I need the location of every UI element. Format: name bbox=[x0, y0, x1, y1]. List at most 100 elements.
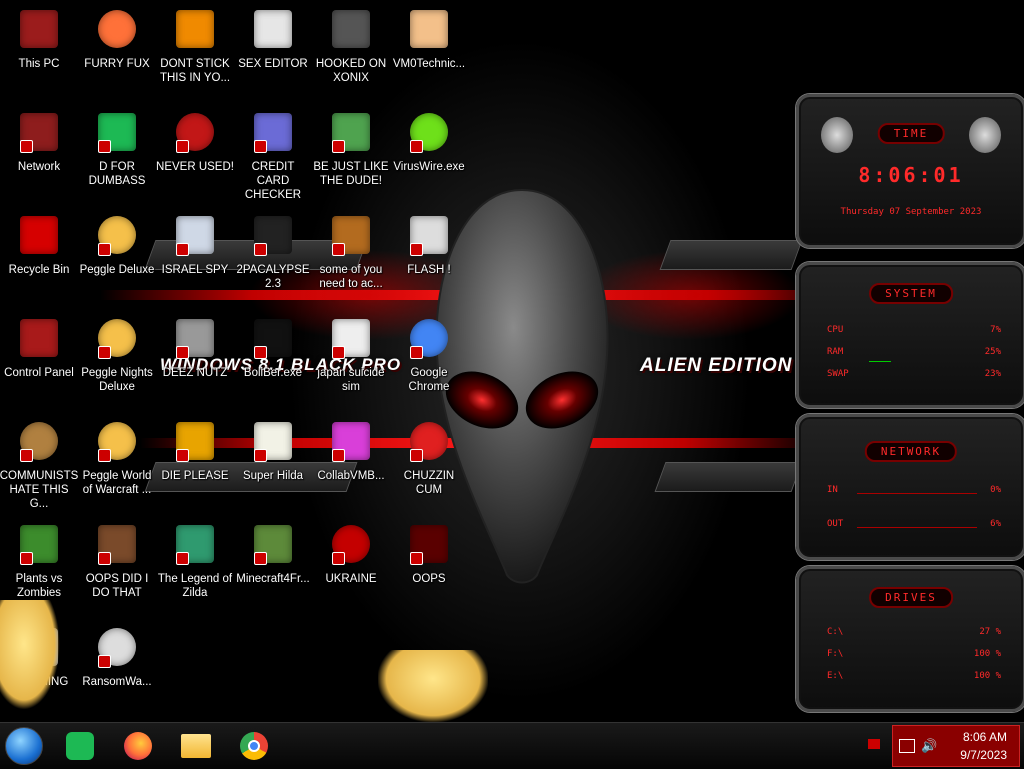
time-readout: 8:06:01 bbox=[858, 163, 964, 187]
desktop-icon[interactable]: DIE PLEASE bbox=[156, 418, 234, 483]
drive-row-f: F:\ 100 % bbox=[827, 649, 1001, 659]
desktop-icon-label: SEX EDITOR bbox=[238, 58, 308, 70]
shortcut-arrow-icon bbox=[98, 552, 111, 565]
taskbar-file-explorer[interactable] bbox=[176, 727, 216, 765]
chrome-icon bbox=[406, 315, 452, 361]
shortcut-arrow-icon bbox=[332, 552, 345, 565]
desktop-icon[interactable]: japan suicide sim bbox=[312, 315, 390, 394]
desktop-icon[interactable]: Plants vs Zombies bbox=[0, 521, 78, 600]
money-bag-icon bbox=[16, 418, 62, 464]
cartoon-sticker-icon bbox=[378, 650, 488, 722]
desktop-icon-label: 2PACALYPSE 2.3 bbox=[236, 264, 310, 290]
wallpaper-bar bbox=[654, 462, 803, 492]
desktop-icon[interactable]: CHUZZIN CUM bbox=[390, 418, 468, 497]
desktop-icon-label: OOPS bbox=[412, 573, 446, 585]
desktop-icon[interactable]: 2PACALYPSE 2.3 bbox=[234, 212, 312, 291]
desktop-icon[interactable]: Recycle Bin bbox=[0, 212, 78, 277]
firefox-icon bbox=[94, 6, 140, 52]
desktop-icon[interactable]: some of you need to ac... bbox=[312, 212, 390, 291]
desktop-icon[interactable]: FLASH ! bbox=[390, 212, 468, 277]
shortcut-arrow-icon bbox=[332, 140, 345, 153]
icon-graphic bbox=[332, 10, 370, 48]
lime-icon bbox=[406, 109, 452, 155]
icon-graphic bbox=[410, 10, 448, 48]
taskbar-chrome[interactable] bbox=[234, 727, 274, 765]
shortcut-arrow-icon bbox=[410, 243, 423, 256]
taskbar-firefox[interactable] bbox=[118, 727, 158, 765]
desktop-icon[interactable]: ISRAEL SPY bbox=[156, 212, 234, 277]
desktop-icon[interactable]: RansomWa... bbox=[78, 624, 156, 689]
desktop-icon[interactable]: Google Chrome bbox=[390, 315, 468, 394]
desktop-icon-label: OOPS DID I DO THAT bbox=[85, 573, 149, 599]
desktop-icon-label: Control Panel bbox=[4, 367, 74, 379]
desktop-icon[interactable]: COMMUNISTS HATE THIS G... bbox=[0, 418, 78, 511]
desktop-icon[interactable]: DONT STICK THIS IN YO... bbox=[156, 6, 234, 85]
clock-date[interactable]: 9/7/2023 bbox=[937, 748, 1007, 762]
network-in-graph bbox=[857, 493, 977, 494]
desktop-icon[interactable]: D FOR DUMBASS bbox=[78, 109, 156, 188]
desktop-icon[interactable]: This PC bbox=[0, 6, 78, 71]
desktop-icon[interactable]: The Legend of Zilda bbox=[156, 521, 234, 600]
desktop-icon[interactable]: Peggle Deluxe bbox=[78, 212, 156, 277]
stack-icon bbox=[172, 315, 218, 361]
desktop-icon[interactable]: DEEZ NUTZ bbox=[156, 315, 234, 380]
desktop-icon[interactable]: Control Panel bbox=[0, 315, 78, 380]
desktop-icon-label: FLASH ! bbox=[407, 264, 451, 276]
desktop-icon[interactable]: NEVER USED! bbox=[156, 109, 234, 174]
start-button[interactable] bbox=[4, 727, 44, 765]
monitor-icon bbox=[16, 6, 62, 52]
time-widget: TIME 8:06:01 Thursday 07 September 2023 bbox=[796, 94, 1024, 248]
clock-time[interactable]: 8:06 AM bbox=[937, 730, 1007, 744]
network-status-icon[interactable] bbox=[899, 739, 915, 753]
desktop-icon[interactable]: OOPS bbox=[390, 521, 468, 586]
system-row-swap: SWAP 23% bbox=[827, 369, 1001, 379]
shortcut-arrow-icon bbox=[98, 655, 111, 668]
shortcut-arrow-icon bbox=[176, 243, 189, 256]
shortcut-arrow-icon bbox=[20, 449, 33, 462]
volume-icon[interactable]: 🔊 bbox=[921, 738, 937, 754]
desktop-icon[interactable]: HOOKED ON XONIX bbox=[312, 6, 390, 85]
taskbar: 🔊 8:06 AM 9/7/2023 bbox=[0, 722, 1024, 769]
icon-graphic bbox=[20, 319, 58, 357]
desktop-icon[interactable]: Peggle World of Warcraft ... bbox=[78, 418, 156, 497]
peggle-icon bbox=[94, 418, 140, 464]
desktop-icon[interactable]: Peggle Nights Deluxe bbox=[78, 315, 156, 394]
elf-icon bbox=[328, 109, 374, 155]
desktop-icon[interactable]: UKRAINE bbox=[312, 521, 390, 586]
desktop-icon[interactable]: BE JUST LIKE THE DUDE! bbox=[312, 109, 390, 188]
shortcut-arrow-icon bbox=[332, 449, 345, 462]
desktop-icon[interactable]: Super Hilda bbox=[234, 418, 312, 483]
spy-icon bbox=[172, 212, 218, 258]
desktop-icon-label: CHUZZIN CUM bbox=[403, 470, 455, 496]
desktop-icon[interactable]: Network bbox=[0, 109, 78, 174]
desktop-icon[interactable]: FURRY FUX bbox=[78, 6, 156, 71]
desktop-icon[interactable]: OOPS DID I DO THAT bbox=[78, 521, 156, 600]
dog-icon bbox=[328, 212, 374, 258]
desktop-icon[interactable]: CREDIT CARD CHECKER bbox=[234, 109, 312, 202]
network-widget-title: NETWORK bbox=[864, 441, 958, 462]
date-readout: Thursday 07 September 2023 bbox=[840, 207, 982, 217]
desktop-icon[interactable]: VM0Technic... bbox=[390, 6, 468, 71]
desktop-icon[interactable]: Minecraft4Fr... bbox=[234, 521, 312, 586]
shortcut-arrow-icon bbox=[410, 140, 423, 153]
desktop-icon-label: Recycle Bin bbox=[8, 264, 70, 276]
hilda-icon bbox=[250, 418, 296, 464]
shortcut-arrow-icon bbox=[332, 346, 345, 359]
shortcut-arrow-icon bbox=[176, 140, 189, 153]
hxd-icon bbox=[250, 6, 296, 52]
desktop-icon[interactable]: BoliBer.exe bbox=[234, 315, 312, 380]
firefox-icon bbox=[124, 732, 152, 760]
drives-widget: DRIVES C:\ 27 % F:\ 100 % E:\ 100 % bbox=[796, 566, 1024, 712]
desktop-icon-label: FURRY FUX bbox=[84, 58, 150, 70]
start-orb-icon bbox=[5, 727, 43, 765]
desktop-icon[interactable]: SEX EDITOR bbox=[234, 6, 312, 71]
drive-row-e: E:\ 100 % bbox=[827, 671, 1001, 681]
chuzzle-icon bbox=[406, 418, 452, 464]
desktop-icon[interactable]: VirusWire.exe bbox=[390, 109, 468, 174]
desktop-icon[interactable]: CollabVMB... bbox=[312, 418, 390, 483]
icon-graphic bbox=[254, 10, 292, 48]
system-widget: SYSTEM CPU 7% RAM 25% SWAP 23% bbox=[796, 262, 1024, 408]
tray-overflow-icon[interactable] bbox=[868, 739, 880, 749]
taskbar-spotify[interactable] bbox=[60, 727, 100, 765]
shortcut-arrow-icon bbox=[176, 552, 189, 565]
